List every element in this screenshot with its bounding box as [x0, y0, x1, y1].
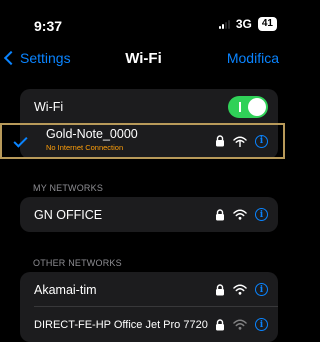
network-row-gn-office[interactable]: GN OFFICE i: [20, 197, 278, 232]
current-network-name: Gold-Note_0000: [46, 127, 138, 141]
other-networks-header: OTHER NETWORKS: [33, 258, 122, 268]
wifi-label: Wi-Fi: [34, 99, 64, 114]
battery-icon: 41: [257, 17, 277, 31]
network-icons: i: [215, 307, 268, 342]
lock-icon: [216, 208, 224, 220]
lock-icon: [216, 135, 224, 147]
network-info-button[interactable]: i: [255, 208, 268, 221]
network-info-button[interactable]: i: [255, 283, 268, 296]
toggle-on-indicator: [239, 102, 241, 112]
network-icons: i: [215, 272, 268, 307]
wifi-signal-icon: [233, 284, 247, 295]
my-networks-header: MY NETWORKS: [33, 183, 104, 193]
network-name: GN OFFICE: [34, 207, 103, 222]
status-indicators: 3G 41: [218, 17, 277, 31]
wifi-signal-weak-icon: [233, 319, 247, 330]
cellular-signal-icon: [218, 19, 230, 29]
network-row-hp-printer[interactable]: DIRECT-FE-HP Office Jet Pro 7720 i: [20, 307, 278, 342]
network-info-button[interactable]: i: [255, 318, 268, 331]
lock-icon: [216, 283, 224, 295]
wifi-toggle-row: Wi-Fi: [20, 89, 278, 124]
current-network-status: No Internet Connection: [46, 143, 124, 152]
back-label: Settings: [20, 50, 71, 66]
network-row-akamai-tim[interactable]: Akamai-tim i: [20, 272, 278, 307]
navigation-bar: Wi-Fi Settings Modifica: [0, 44, 287, 76]
wifi-signal-icon: [233, 209, 247, 220]
toggle-knob: [248, 98, 266, 116]
chevron-left-icon: [3, 50, 19, 66]
wifi-toggle[interactable]: [228, 96, 268, 118]
network-type: 3G: [235, 17, 252, 31]
back-button[interactable]: Settings: [3, 50, 71, 66]
edit-button[interactable]: Modifica: [227, 50, 279, 66]
other-networks-group: Akamai-tim i DIRECT-FE-HP Office Jet Pro…: [20, 272, 278, 342]
network-name: DIRECT-FE-HP Office Jet Pro 7720: [34, 318, 208, 331]
network-icons: i: [215, 197, 268, 232]
my-networks-group: GN OFFICE i: [20, 197, 278, 232]
wifi-no-internet-icon: [233, 136, 247, 147]
lock-icon: [216, 318, 224, 330]
status-time: 9:37: [34, 18, 63, 34]
current-network-icons: i: [215, 125, 268, 157]
current-network-info-button[interactable]: i: [255, 134, 268, 148]
status-bar: 9:37 3G 41: [0, 0, 287, 40]
network-name: Akamai-tim: [34, 282, 97, 297]
